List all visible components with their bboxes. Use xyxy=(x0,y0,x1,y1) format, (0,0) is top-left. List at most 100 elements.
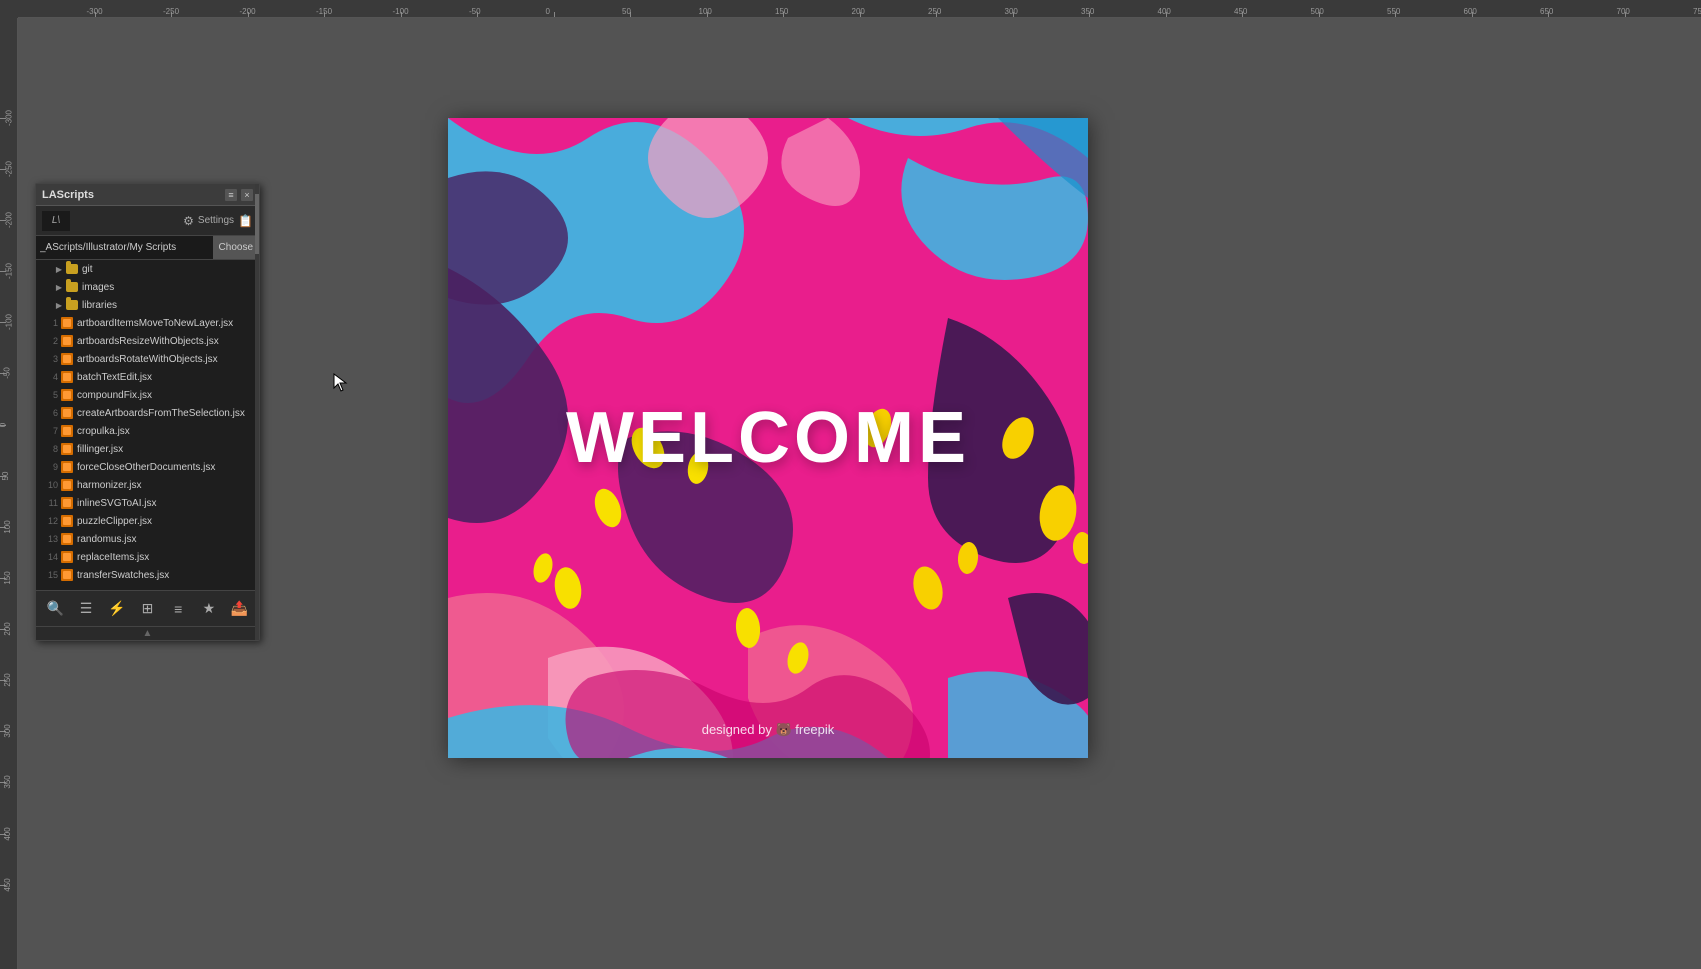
panel-logo-bar: L\ ⚙ Settings 📋 xyxy=(36,206,259,236)
jsx-file-icon xyxy=(60,406,74,420)
artboard-container: WELCOME designed by 🐻 freepik xyxy=(448,118,1088,758)
panel-controls: ≡ × xyxy=(225,189,253,201)
file-name: randomus.jsx xyxy=(77,534,255,545)
welcome-text: WELCOME xyxy=(566,397,970,479)
file-num: 11 xyxy=(40,498,58,508)
scrollbar[interactable] xyxy=(255,260,259,590)
toolbar-grid-icon[interactable]: ⊞ xyxy=(135,597,159,621)
panel-title: LAScripts xyxy=(42,189,94,201)
folder-libraries-name: libraries xyxy=(82,300,255,311)
jsx-file-icon xyxy=(60,514,74,528)
file-name: createArtboardsFromTheSelection.jsx xyxy=(77,408,255,419)
chevron-right-icon: ▶ xyxy=(54,264,64,274)
file-item[interactable]: 13 randomus.jsx xyxy=(36,530,259,548)
file-item[interactable]: 8fillinger.jsx xyxy=(36,440,259,458)
file-num: 1 xyxy=(40,318,58,328)
file-item[interactable]: 14 replaceItems.jsx xyxy=(36,548,259,566)
lascripts-panel: LAScripts ≡ × L\ ⚙ Settings 📋 Choose ▶ g… xyxy=(35,183,260,641)
file-num: 2 xyxy=(40,336,58,346)
file-name: puzzleClipper.jsx xyxy=(77,516,255,527)
file-item[interactable]: 6 createArtboardsFromTheSelection.jsx xyxy=(36,404,259,422)
script-file-items: 1artboardItemsMoveToNewLayer.jsx2artboar… xyxy=(36,314,259,584)
ruler-corner xyxy=(0,0,18,18)
toolbar-search-icon[interactable]: 🔍 xyxy=(43,597,67,621)
toolbar-star-icon[interactable]: ★ xyxy=(197,597,221,621)
file-name: replaceItems.jsx xyxy=(77,552,255,563)
jsx-file-icon xyxy=(60,442,74,456)
toolbar-layers-icon[interactable]: ≡ xyxy=(166,597,190,621)
jsx-file-icon xyxy=(60,460,74,474)
choose-button[interactable]: Choose xyxy=(213,236,259,259)
panel-titlebar: LAScripts ≡ × xyxy=(36,184,259,206)
jsx-file-icon xyxy=(60,352,74,366)
file-num: 13 xyxy=(40,534,58,544)
file-name: inlineSVGToAI.jsx xyxy=(77,498,255,509)
file-name: forceCloseOtherDocuments.jsx xyxy=(77,462,255,473)
jsx-file-icon xyxy=(60,370,74,384)
folder-libraries[interactable]: ▶ libraries xyxy=(36,296,259,314)
file-item[interactable]: 5 compoundFix.jsx xyxy=(36,386,259,404)
panel-minimize-button[interactable]: ≡ xyxy=(225,189,237,201)
file-item[interactable]: 2artboardsResizeWithObjects.jsx xyxy=(36,332,259,350)
collapse-arrow-icon: ▲ xyxy=(143,628,153,639)
toolbar-export-icon[interactable]: 📤 xyxy=(228,597,252,621)
jsx-file-icon xyxy=(60,568,74,582)
file-num: 6 xyxy=(40,408,58,418)
file-num: 10 xyxy=(40,480,58,490)
file-num: 5 xyxy=(40,390,58,400)
file-item[interactable]: 9 forceCloseOtherDocuments.jsx xyxy=(36,458,259,476)
panel-logo: L\ xyxy=(42,211,70,231)
jsx-file-icon xyxy=(60,316,74,330)
panel-logo-text: L\ xyxy=(52,215,60,226)
jsx-file-icon xyxy=(60,478,74,492)
jsx-file-icon xyxy=(60,388,74,402)
folder-images-name: images xyxy=(82,282,255,293)
toolbar-list-icon[interactable]: ☰ xyxy=(74,597,98,621)
ruler-top-content: -300-250-200-150-100-5005010015020025030… xyxy=(18,0,1701,18)
folder-git-name: git xyxy=(82,264,255,275)
ruler-left: -300-250-200-150-100-5005010015020025030… xyxy=(0,18,18,969)
jsx-file-icon xyxy=(60,532,74,546)
folder-icon xyxy=(65,280,79,294)
ruler-left-content: -300-250-200-150-100-5005010015020025030… xyxy=(0,36,18,969)
folder-git[interactable]: ▶ git xyxy=(36,260,259,278)
settings-label: Settings xyxy=(198,215,234,226)
file-name: cropulka.jsx xyxy=(77,426,255,437)
file-item[interactable]: 12puzzleClipper.jsx xyxy=(36,512,259,530)
file-name: artboardsRotateWithObjects.jsx xyxy=(77,354,255,365)
file-num: 3 xyxy=(40,354,58,364)
file-name: harmonizer.jsx xyxy=(77,480,255,491)
jsx-file-icon xyxy=(60,334,74,348)
file-name: batchTextEdit.jsx xyxy=(77,372,255,383)
toolbar-bolt-icon[interactable]: ⚡ xyxy=(105,597,129,621)
file-name: compoundFix.jsx xyxy=(77,390,255,401)
jsx-file-icon xyxy=(60,550,74,564)
file-item[interactable]: 11 inlineSVGToAI.jsx xyxy=(36,494,259,512)
folder-icon xyxy=(65,298,79,312)
cursor xyxy=(333,373,347,387)
file-item[interactable]: 7cropulka.jsx xyxy=(36,422,259,440)
file-item[interactable]: 4batchTextEdit.jsx xyxy=(36,368,259,386)
artboard: WELCOME designed by 🐻 freepik xyxy=(448,118,1088,758)
file-num: 8 xyxy=(40,444,58,454)
file-list[interactable]: ▶ git ▶ images ▶ libraries 1 artboardItem… xyxy=(36,260,259,590)
file-num: 15 xyxy=(40,570,58,580)
file-item[interactable]: 15 transferSwatches.jsx xyxy=(36,566,259,584)
file-name: artboardItemsMoveToNewLayer.jsx xyxy=(77,318,255,329)
jsx-file-icon xyxy=(60,424,74,438)
designed-by-text: designed by 🐻 freepik xyxy=(702,722,835,738)
file-num: 14 xyxy=(40,552,58,562)
file-item[interactable]: 10 harmonizer.jsx xyxy=(36,476,259,494)
file-num: 9 xyxy=(40,462,58,472)
artboard-content: WELCOME designed by 🐻 freepik xyxy=(448,118,1088,758)
panel-toolbar: 🔍 ☰ ⚡⊞ ≡ ★ 📤 xyxy=(36,590,259,626)
ruler-top: -300-250-200-150-100-5005010015020025030… xyxy=(0,0,1701,18)
panel-close-button[interactable]: × xyxy=(241,189,253,201)
file-item[interactable]: 3 artboardsRotateWithObjects.jsx xyxy=(36,350,259,368)
panel-collapse-row[interactable]: ▲ xyxy=(36,626,259,640)
path-input[interactable] xyxy=(36,236,213,259)
file-name: transferSwatches.jsx xyxy=(77,570,255,581)
panel-path-row: Choose xyxy=(36,236,259,260)
folder-images[interactable]: ▶ images xyxy=(36,278,259,296)
file-item[interactable]: 1 artboardItemsMoveToNewLayer.jsx xyxy=(36,314,259,332)
